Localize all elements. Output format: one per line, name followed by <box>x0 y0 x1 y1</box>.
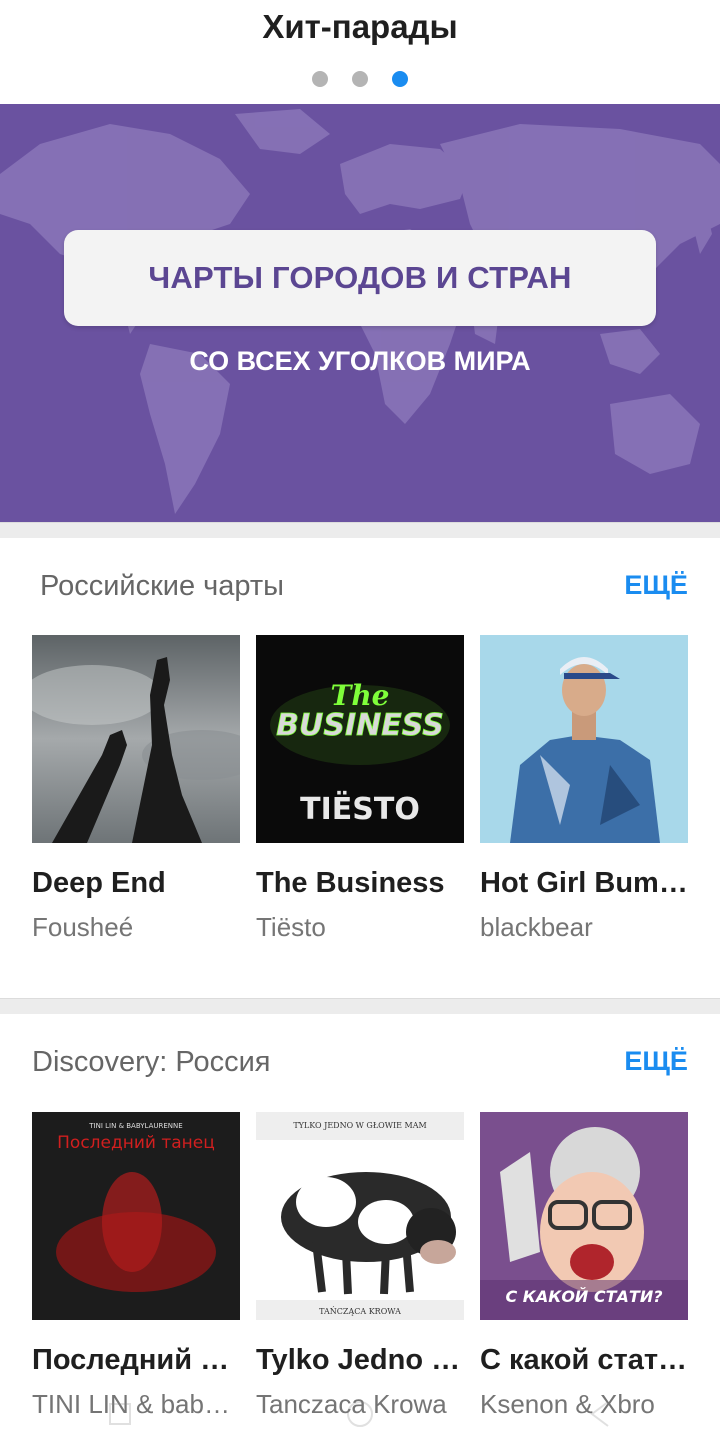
cover-text: С КАКОЙ СТАТИ? <box>505 1287 662 1306</box>
track-artist: Tiësto <box>256 912 326 942</box>
album-cover[interactable] <box>32 635 240 843</box>
album-cover[interactable]: С КАКОЙ СТАТИ? <box>480 1112 688 1320</box>
track-card[interactable]: С КАКОЙ СТАТИ? С какой стати? Ksenon & X… <box>480 1112 688 1420</box>
album-cover[interactable]: TINI LIN & BABYLAURENNE Последний танец <box>32 1112 240 1320</box>
track-card[interactable]: TYLKO JEDNO W GŁOWIE MAM TAŃCZĄCA KROWA … <box>256 1112 464 1420</box>
album-cover[interactable]: TYLKO JEDNO W GŁOWIE MAM TAŃCZĄCA KROWA <box>256 1112 464 1320</box>
cover-text: BUSINESS <box>276 708 444 743</box>
page-dot-1[interactable] <box>312 71 328 87</box>
section-title: Discovery: Россия <box>32 1046 271 1078</box>
discovery-russia-section: Discovery: Россия ЕЩЁ TINI LIN & BABYLAU… <box>0 1014 720 1448</box>
russian-charts-section: Российские чарты ЕЩЁ Deep End Fousheé Th… <box>0 538 720 998</box>
more-button[interactable]: ЕЩЁ <box>624 1046 688 1077</box>
cover-text: Последний танец <box>57 1133 215 1153</box>
page-dot-3-active[interactable] <box>392 71 408 87</box>
track-title: Последний танец <box>32 1344 240 1376</box>
cover-text: TAŃCZĄCA KROWA <box>319 1307 401 1316</box>
album-cover[interactable] <box>480 635 688 843</box>
section-divider <box>0 522 720 538</box>
track-artist: Ksenon & Xbro <box>480 1389 655 1419</box>
page-title: Хит-парады <box>262 8 458 45</box>
track-card[interactable]: TINI LIN & BABYLAURENNE Последний танец … <box>32 1112 240 1420</box>
world-charts-banner[interactable]: ЧАРТЫ ГОРОДОВ И СТРАН СО ВСЕХ УГОЛКОВ МИ… <box>0 104 720 522</box>
section-divider <box>0 998 720 1014</box>
track-card[interactable]: Deep End Fousheé <box>32 635 240 943</box>
banner-subtitle: СО ВСЕХ УГОЛКОВ МИРА <box>189 346 531 376</box>
track-title: The Business <box>256 867 445 899</box>
track-artist: blackbear <box>480 912 593 942</box>
page-indicator <box>0 71 720 87</box>
track-card[interactable]: Hot Girl Bummer blackbear <box>480 635 688 943</box>
more-button[interactable]: ЕЩЁ <box>624 570 688 601</box>
section-title: Российские чарты <box>40 570 285 602</box>
album-cover[interactable]: The BUSINESS TIËSTO <box>256 635 464 843</box>
track-title: С какой стати? <box>480 1344 688 1376</box>
page-dot-2[interactable] <box>352 71 368 87</box>
track-artist: TINI LIN & babylaurenne <box>32 1389 240 1419</box>
track-card[interactable]: The BUSINESS TIËSTO The Business Tiësto <box>256 635 464 943</box>
cover-text: TYLKO JEDNO W GŁOWIE MAM <box>293 1121 426 1130</box>
track-title: Deep End <box>32 867 166 899</box>
track-artist: Fousheé <box>32 912 134 942</box>
track-title: Tylko Jedno w Głowie Mam <box>256 1344 464 1376</box>
app-header: Хит-парады <box>0 0 720 104</box>
cover-text: TINI LIN & BABYLAURENNE <box>88 1122 182 1130</box>
city-country-charts-button[interactable]: ЧАРТЫ ГОРОДОВ И СТРАН <box>64 230 656 326</box>
track-title: Hot Girl Bummer <box>480 867 688 899</box>
track-artist: Tanczaca Krowa <box>256 1389 447 1419</box>
cover-text: TIËSTO <box>300 791 420 827</box>
